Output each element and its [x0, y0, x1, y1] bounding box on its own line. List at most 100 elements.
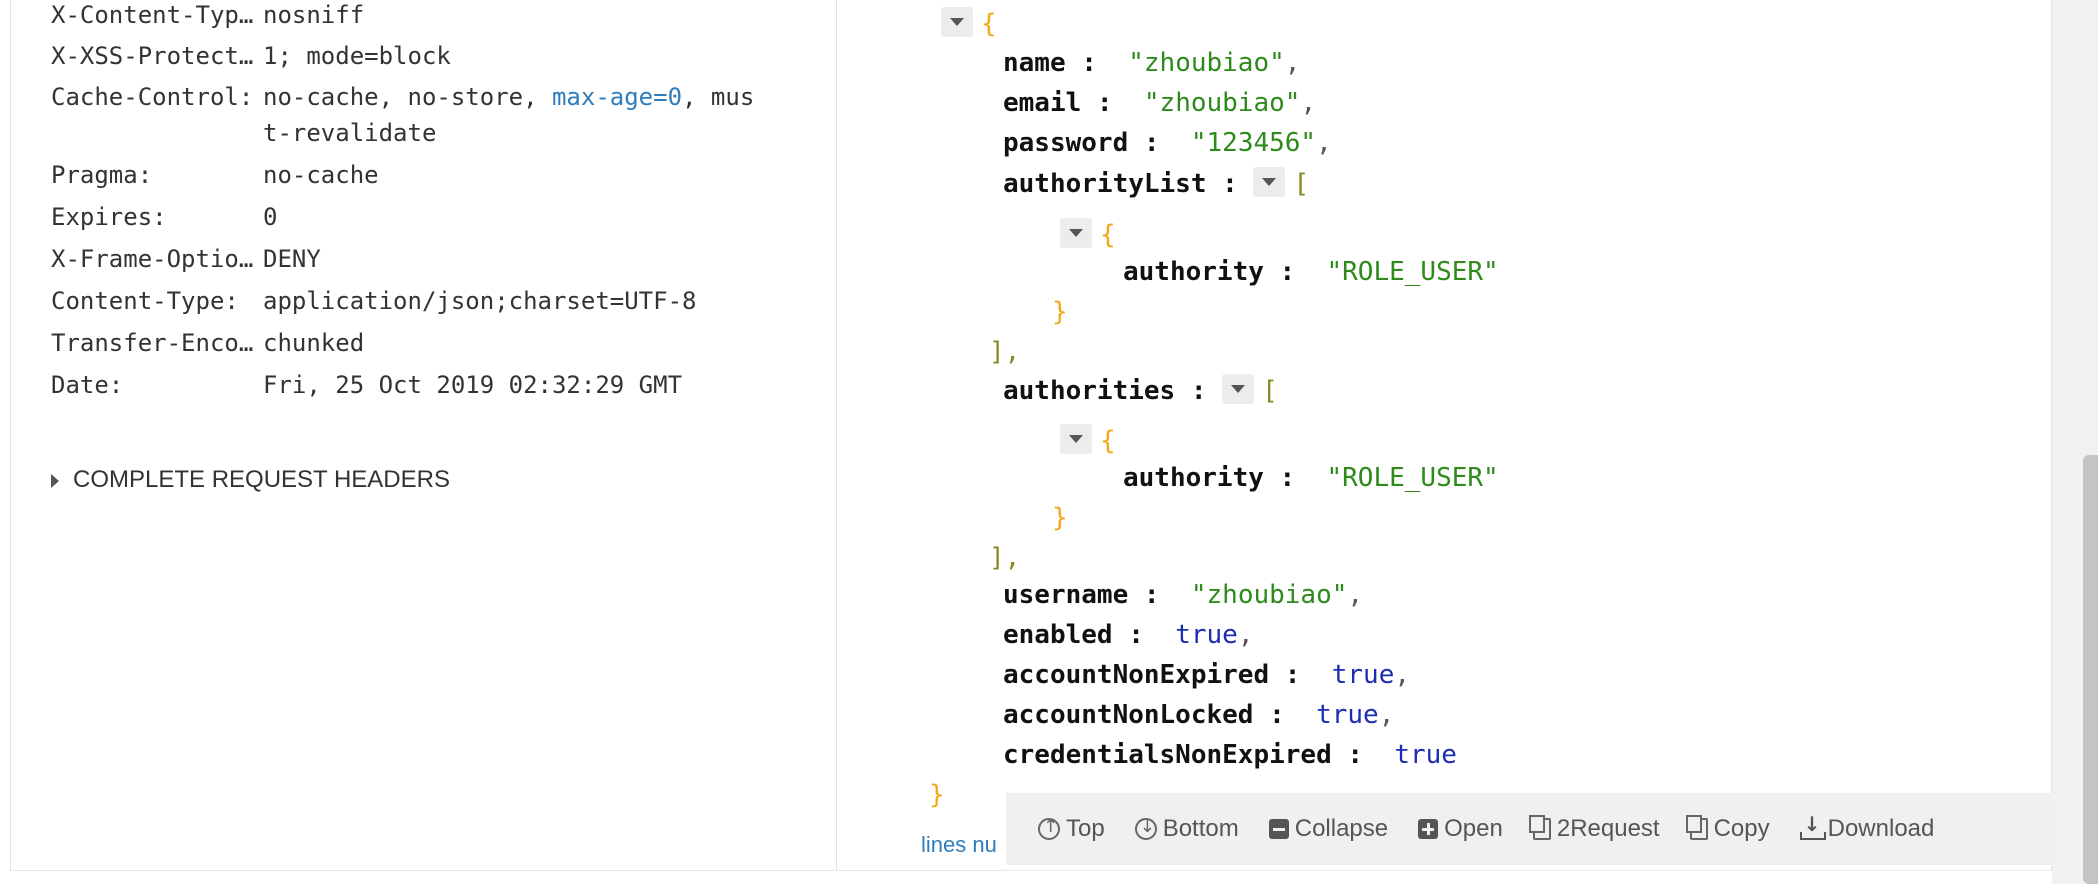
json-line-authority: authority : "ROLE_USER"	[1123, 252, 1499, 292]
json-boolean: true	[1175, 620, 1238, 650]
top-button[interactable]: Top	[1038, 815, 1105, 843]
open-brace: {	[1100, 220, 1116, 250]
to-request-button[interactable]: 2Request	[1528, 815, 1660, 843]
header-name: X-Content-Typ…	[51, 1, 254, 29]
copy-icon	[1685, 815, 1708, 840]
json-line-username: username : "zhoubiao",	[1003, 575, 1363, 615]
json-string: "zhoubiao"	[1143, 88, 1301, 118]
to-request-label: 2Request	[1556, 815, 1660, 842]
json-key: authority :	[1123, 463, 1296, 493]
header-value: 1; mode=block	[263, 42, 451, 70]
copy-button[interactable]: Copy	[1685, 815, 1770, 843]
json-object-close: }	[1052, 292, 1068, 332]
json-root-open: {	[941, 4, 997, 44]
complete-request-headers-label: COMPLETE REQUEST HEADERS	[73, 466, 450, 493]
json-key: enabled :	[1003, 620, 1144, 650]
header-name: Date:	[51, 371, 124, 399]
json-toolbar: Top Bottom Collapse Open 2Request Copy D…	[1006, 793, 2052, 865]
header-value: no-cache	[263, 161, 379, 189]
plus-square-icon	[1418, 819, 1439, 839]
json-boolean: true	[1331, 660, 1395, 690]
minus-square-icon	[1268, 819, 1289, 839]
json-line-authorities: authorities : [	[1003, 371, 1278, 411]
json-line-authority: authority : "ROLE_USER"	[1123, 458, 1499, 498]
json-key: authorityList :	[1003, 169, 1238, 199]
bottom-button[interactable]: Bottom	[1134, 815, 1239, 843]
json-array-close: ],	[989, 332, 1020, 372]
bottom-label: Bottom	[1162, 815, 1239, 842]
json-string: "123456"	[1190, 128, 1317, 158]
header-value: 0	[263, 203, 278, 231]
json-key: accountNonLocked :	[1003, 700, 1285, 730]
close-bracket: ],	[989, 543, 1021, 573]
panel-divider	[836, 0, 837, 870]
header-name: X-XSS-Protect…	[51, 42, 254, 70]
arrow-circle-down-icon	[1134, 816, 1157, 840]
response-headers-panel: X-Content-Typ… nosniff X-XSS-Protect… 1;…	[11, 0, 835, 870]
comma: ,	[1347, 580, 1364, 610]
json-line-name: name : "zhoubiao",	[1003, 43, 1300, 83]
close-brace: }	[1052, 503, 1068, 533]
lines-number-toggle[interactable]: lines nu	[921, 832, 997, 858]
close-brace: }	[929, 780, 945, 810]
json-object-open: {	[1060, 215, 1116, 255]
header-name: Transfer-Enco…	[51, 329, 254, 357]
top-label: Top	[1066, 815, 1105, 842]
json-line-enabled: enabled : true,	[1003, 615, 1253, 655]
header-name: Cache-Control:	[51, 83, 254, 111]
comma: ,	[1284, 48, 1301, 78]
header-name: Content-Type:	[51, 287, 239, 315]
comma: ,	[1394, 660, 1411, 690]
header-value: chunked	[263, 329, 365, 357]
header-value-text: no-cache, no-store,	[263, 83, 552, 111]
json-object-close: }	[1052, 498, 1068, 538]
open-button[interactable]: Open	[1418, 815, 1503, 843]
json-line-password: password : "123456",	[1003, 123, 1332, 163]
download-icon	[1799, 812, 1826, 840]
collapse-toggle-icon[interactable]	[1222, 373, 1255, 404]
json-key: authority :	[1123, 257, 1296, 287]
json-key: username :	[1003, 580, 1160, 610]
json-boolean: true	[1394, 740, 1457, 770]
collapse-toggle-icon[interactable]	[1253, 166, 1286, 197]
json-key: credentialsNonExpired :	[1003, 740, 1364, 770]
header-value-text: t-revalidate	[263, 119, 437, 147]
json-key: email :	[1003, 88, 1113, 118]
comma: ,	[1300, 88, 1317, 118]
json-key: name :	[1003, 48, 1097, 78]
complete-request-headers-toggle[interactable]: COMPLETE REQUEST HEADERS	[51, 466, 450, 494]
collapse-label: Collapse	[1294, 815, 1389, 842]
json-line-email: email : "zhoubiao",	[1003, 83, 1316, 123]
copy-label: Copy	[1713, 815, 1770, 842]
header-value: no-cache, no-store, max-age=0, mus t-rev…	[263, 79, 763, 151]
json-key: accountNonExpired :	[1003, 660, 1301, 690]
collapse-toggle-icon[interactable]	[1060, 423, 1092, 454]
json-string: "zhoubiao"	[1190, 580, 1348, 610]
header-value: DENY	[263, 245, 321, 273]
download-button[interactable]: Download	[1799, 812, 1935, 843]
json-boolean: true	[1316, 700, 1379, 730]
json-key: authorities :	[1003, 376, 1207, 406]
comma: ,	[1237, 620, 1254, 650]
paste-icon	[1528, 815, 1551, 840]
open-brace: {	[981, 9, 997, 39]
json-root-close: }	[929, 775, 945, 815]
json-line-credentialsNonExpired: credentialsNonExpired : true	[1003, 735, 1457, 775]
collapse-toggle-icon[interactable]	[1060, 217, 1092, 248]
json-key: password :	[1003, 128, 1160, 158]
header-name: Expires:	[51, 203, 167, 231]
open-bracket: [	[1293, 169, 1310, 199]
scrollbar-thumb[interactable]	[2083, 455, 2098, 884]
download-label: Download	[1827, 815, 1935, 842]
header-name: Pragma:	[51, 161, 153, 189]
header-name: X-Frame-Optio…	[51, 245, 254, 273]
json-line-accountNonExpired: accountNonExpired : true,	[1003, 655, 1410, 695]
collapse-button[interactable]: Collapse	[1268, 815, 1389, 843]
max-age-link[interactable]: max-age=0	[552, 83, 682, 111]
caret-right-icon	[51, 473, 59, 488]
header-value: nosniff	[263, 1, 365, 29]
collapse-toggle-icon[interactable]	[941, 6, 973, 37]
json-object-open: {	[1060, 421, 1116, 461]
header-value-text: , mus	[682, 83, 755, 111]
open-bracket: [	[1262, 376, 1278, 406]
